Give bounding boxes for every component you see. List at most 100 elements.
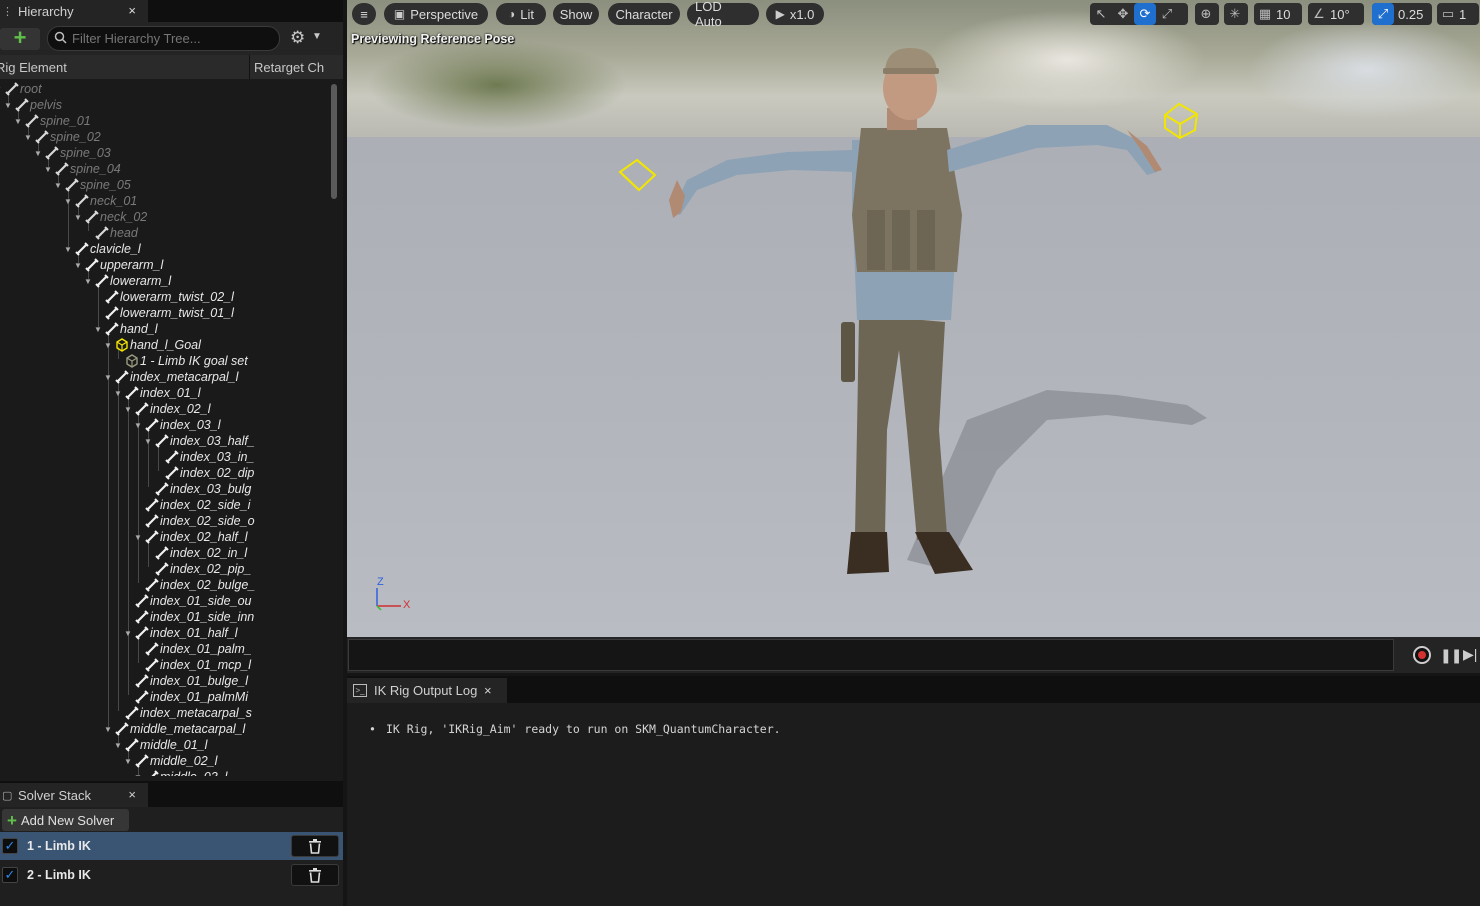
expand-arrow-icon[interactable]: ▼ — [104, 373, 114, 382]
close-icon[interactable]: × — [128, 787, 136, 802]
grid-snap-button[interactable]: ▦ 10 — [1254, 3, 1302, 25]
add-new-solver-button[interactable]: + Add New Solver — [2, 809, 129, 831]
expand-arrow-icon[interactable]: ▼ — [34, 149, 44, 158]
tree-row[interactable]: ▼ middle_metacarpal_l — [104, 721, 245, 737]
expand-arrow-icon[interactable]: ▼ — [24, 133, 34, 142]
tree-row[interactable]: index_02_side_i — [134, 497, 250, 513]
tree-row[interactable]: ▼ middle_01_l — [114, 737, 207, 753]
expand-arrow-icon[interactable]: ▼ — [124, 629, 134, 638]
record-button[interactable] — [1413, 646, 1431, 664]
solver-enabled-checkbox[interactable]: ✓ — [2, 838, 18, 854]
playback-speed-button[interactable]: ▶ x1.0 — [766, 3, 824, 25]
expand-arrow-icon[interactable]: ▼ — [104, 725, 114, 734]
character-button[interactable]: Character — [608, 3, 680, 25]
tree-row[interactable]: lowerarm_twist_01_l — [94, 305, 234, 321]
tree-row[interactable]: ▼ spine_04 — [44, 161, 121, 177]
pause-button[interactable]: ❚❚ — [1440, 647, 1462, 664]
scale-snap-button[interactable]: ⤢ 0.25 — [1372, 3, 1432, 25]
add-element-button[interactable]: + — [0, 27, 40, 50]
tree-row[interactable]: ▼ upperarm_l — [74, 257, 163, 273]
hierarchy-search[interactable] — [47, 26, 280, 51]
tree-row[interactable]: index_02_bulge_ — [134, 577, 255, 593]
expand-arrow-icon[interactable]: ▼ — [134, 533, 144, 542]
tree-row[interactable]: index_01_mcp_l — [134, 657, 251, 673]
search-input[interactable] — [72, 31, 272, 46]
tree-row[interactable]: index_01_palmMi — [124, 689, 248, 705]
tree-scrollbar[interactable] — [331, 84, 337, 199]
expand-arrow-icon[interactable]: ▼ — [4, 101, 14, 110]
tree-row[interactable]: ▼ index_02_half_l — [134, 529, 248, 545]
tree-row[interactable]: ▼ lowerarm_l — [84, 273, 171, 289]
tree-row[interactable]: ▼ neck_01 — [64, 193, 137, 209]
tree-row[interactable]: index_02_pip_ — [144, 561, 251, 577]
expand-arrow-icon[interactable]: ▼ — [124, 405, 134, 414]
tree-row[interactable]: ▼ index_03_half_ — [144, 433, 255, 449]
tab-solver-stack[interactable]: ▢ Solver Stack × — [0, 783, 148, 807]
tree-row[interactable]: ▼ index_01_l — [114, 385, 200, 401]
tree-row[interactable]: head — [84, 225, 138, 241]
tree-row[interactable]: ▼root — [0, 81, 42, 97]
tree-row[interactable]: ▼ spine_01 — [14, 113, 91, 129]
tree-row[interactable]: ▼ spine_03 — [34, 145, 111, 161]
tree-row[interactable]: ▼ index_03_l — [134, 417, 220, 433]
tree-row[interactable]: index_03_bulg — [144, 481, 251, 497]
column-retarget-chain[interactable]: Retarget Ch — [254, 60, 324, 75]
tree-row[interactable]: ▼ index_01_half_l — [124, 625, 238, 641]
tree-row[interactable]: ▼ spine_05 — [54, 177, 131, 193]
character-preview[interactable] — [347, 0, 1480, 637]
expand-arrow-icon[interactable]: ▼ — [114, 389, 124, 398]
expand-arrow-icon[interactable]: ▼ — [144, 437, 154, 446]
solver-row[interactable]: ✓ 1 - Limb IK — [0, 832, 343, 860]
perspective-button[interactable]: ▣ Perspective — [384, 3, 488, 25]
step-forward-button[interactable]: ▶| — [1463, 646, 1477, 663]
expand-arrow-icon[interactable]: ▼ — [94, 325, 104, 334]
camera-speed-button[interactable]: ▭ 1 — [1437, 3, 1479, 25]
tree-row[interactable]: ▼ middle_02_l — [124, 753, 217, 769]
surface-snap-button[interactable]: ✳ — [1224, 3, 1248, 25]
expand-arrow-icon[interactable]: ▼ — [124, 757, 134, 766]
solver-row[interactable]: ✓ 2 - Limb IK — [0, 861, 343, 889]
coordinate-space-button[interactable]: ⊕ — [1195, 3, 1219, 25]
timeline-track[interactable] — [348, 639, 1394, 671]
tree-row[interactable]: ▼ index_metacarpal_l — [104, 369, 238, 385]
expand-arrow-icon[interactable]: ▼ — [114, 741, 124, 750]
tree-row[interactable]: lowerarm_twist_02_l — [94, 289, 234, 305]
tree-row[interactable]: ▼ pelvis — [4, 97, 62, 113]
tree-row[interactable]: index_01_side_ou — [124, 593, 251, 609]
tree-row[interactable]: ▼ neck_02 — [74, 209, 147, 225]
solver-enabled-checkbox[interactable]: ✓ — [2, 867, 18, 883]
tree-row[interactable]: ▼ spine_02 — [24, 129, 101, 145]
expand-arrow-icon[interactable]: ▼ — [14, 117, 24, 126]
tab-ik-rig-output-log[interactable]: >_ IK Rig Output Log × — [347, 678, 507, 703]
expand-arrow-icon[interactable]: ▼ — [134, 421, 144, 430]
gear-icon[interactable]: ⚙ — [290, 28, 305, 48]
close-icon[interactable]: × — [128, 3, 136, 18]
expand-arrow-icon[interactable]: ▼ — [74, 261, 84, 270]
expand-arrow-icon[interactable]: ▼ — [84, 277, 94, 286]
tree-row[interactable]: ▼ hand_l_Goal — [104, 337, 201, 353]
show-button[interactable]: Show — [553, 3, 599, 25]
angle-snap-button[interactable]: ∠ 10° — [1308, 3, 1364, 25]
expand-arrow-icon[interactable]: ▼ — [64, 245, 74, 254]
tree-row[interactable]: index_03_in_ — [154, 449, 254, 465]
expand-arrow-icon[interactable]: ▼ — [54, 181, 64, 190]
tree-row[interactable]: index_metacarpal_s — [114, 705, 252, 721]
tree-row[interactable]: ▼ middle_03_l — [134, 769, 227, 776]
lit-button[interactable]: ◑ Lit — [496, 3, 546, 25]
tree-row[interactable]: index_01_palm_ — [134, 641, 252, 657]
expand-arrow-icon[interactable]: ▼ — [64, 197, 74, 206]
expand-arrow-icon[interactable]: ▼ — [74, 213, 84, 222]
tree-row[interactable]: ▼ hand_l — [94, 321, 158, 337]
scale-icon[interactable]: ⤢ — [1156, 3, 1178, 25]
chevron-down-icon[interactable]: ▼ — [312, 31, 322, 42]
tree-row[interactable]: ▼ clavicle_l — [64, 241, 141, 257]
tree-row[interactable]: ▼ index_02_l — [124, 401, 210, 417]
viewport-menu-button[interactable]: ≡ — [352, 3, 376, 25]
tree-row[interactable]: index_02_side_o — [134, 513, 255, 529]
tree-row[interactable]: index_01_side_inn — [124, 609, 254, 625]
column-rig-element[interactable]: Rig Element — [0, 60, 67, 75]
tree-row[interactable]: 1 - Limb IK goal set — [114, 353, 248, 369]
column-divider[interactable] — [249, 55, 250, 79]
expand-arrow-icon[interactable]: ▼ — [44, 165, 54, 174]
expand-arrow-icon[interactable]: ▼ — [134, 773, 144, 777]
